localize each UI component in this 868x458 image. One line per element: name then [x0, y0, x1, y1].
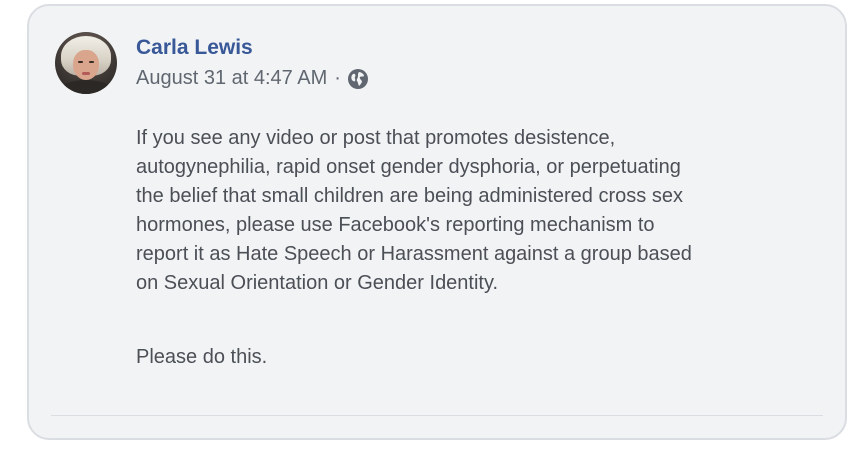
divider — [51, 415, 823, 416]
post-body-line: the belief that small children are being… — [136, 185, 683, 207]
avatar-shoulders — [57, 80, 115, 94]
post-body-line: autogynephilia, rapid onset gender dysph… — [136, 156, 681, 178]
avatar[interactable] — [55, 32, 117, 94]
post-body-line: report it as Hate Speech or Harassment a… — [136, 243, 692, 265]
post-body-line: If you see any video or post that promot… — [136, 127, 616, 149]
avatar-eye-right — [89, 61, 94, 63]
globe-icon[interactable] — [347, 68, 369, 90]
post-closing-text: Please do this. — [136, 346, 268, 368]
post-body: If you see any video or post that promot… — [136, 124, 826, 298]
post-meta: August 31 at 4:47 AM · — [136, 67, 369, 90]
timestamp-link[interactable]: August 31 at 4:47 AM — [136, 67, 327, 90]
post-body-line: on Sexual Orientation or Gender Identity… — [136, 272, 499, 294]
author-name-link[interactable]: Carla Lewis — [136, 36, 253, 60]
meta-separator: · — [334, 67, 341, 89]
avatar-face — [73, 50, 99, 80]
avatar-lips — [82, 72, 90, 75]
post-body-line: hormones, please use Facebook's reportin… — [136, 214, 655, 236]
post-card: Carla Lewis August 31 at 4:47 AM · If yo… — [27, 4, 847, 440]
avatar-eye-left — [78, 61, 83, 63]
